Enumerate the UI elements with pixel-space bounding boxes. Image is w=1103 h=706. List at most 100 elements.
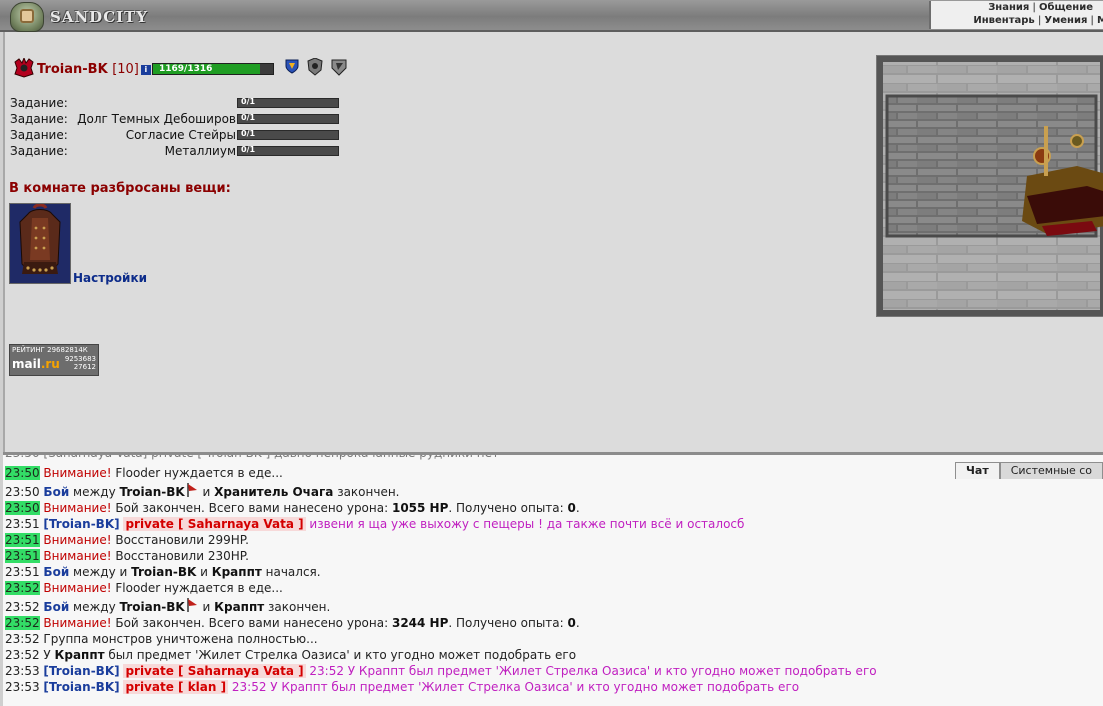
tab-chat[interactable]: Чат bbox=[955, 462, 1000, 479]
chat-text: У bbox=[39, 648, 55, 662]
chat-text: закончен. bbox=[333, 485, 400, 499]
chat-damage: 1055 HP bbox=[391, 501, 449, 515]
chat-xp: 0 bbox=[567, 501, 576, 515]
blade-effect-icon[interactable] bbox=[331, 58, 347, 80]
chat-text: Группа монстров уничтожена полностью... bbox=[39, 632, 318, 646]
quest-row: Задание: 0/1 bbox=[10, 96, 340, 112]
chat-text: закончен. bbox=[264, 600, 331, 614]
top-menu: Знания | Общение Инвентарь | Умения | М bbox=[929, 1, 1103, 29]
quest-progress-bar: 0/1 bbox=[237, 97, 339, 108]
chat-player[interactable]: Troian-BK bbox=[131, 565, 196, 579]
quest-name: Согласие Стейры bbox=[125, 128, 236, 142]
armor-effect-icon[interactable] bbox=[307, 57, 323, 80]
chat-text: между и bbox=[69, 565, 132, 579]
quest-name: Долг Темных Дебоширов bbox=[77, 112, 236, 126]
chat-battle-link[interactable]: Бой bbox=[43, 485, 69, 499]
chat-warning: Внимание! bbox=[43, 549, 112, 563]
room-items-title: В комнате разбросаны вещи: bbox=[9, 181, 231, 196]
quest-label: Задание: bbox=[10, 144, 68, 158]
clan-emblem-icon bbox=[14, 58, 34, 78]
chat-nick[interactable]: [Troian-BK] bbox=[43, 680, 119, 694]
quest-progress-bar: 0/1 bbox=[237, 113, 339, 124]
rating-counter[interactable]: РЕЙТИНГ 29682814К mail.ru 9253683 27612 bbox=[9, 344, 99, 376]
shield-effect-icon[interactable] bbox=[285, 58, 299, 78]
quest-progress-text: 0/1 bbox=[241, 113, 256, 122]
chat-private-tag[interactable]: private [ klan ] bbox=[123, 680, 229, 694]
quest-progress-text: 0/1 bbox=[241, 129, 256, 138]
chat-warning: Внимание! bbox=[43, 616, 112, 630]
quest-label: Задание: bbox=[10, 128, 68, 142]
chat-text: начался. bbox=[261, 565, 321, 579]
chat-player[interactable]: Troian-BK bbox=[120, 485, 185, 499]
menu-inventory[interactable]: Инвентарь bbox=[973, 15, 1034, 26]
location-scene-image[interactable] bbox=[876, 55, 1103, 317]
counter-n1: 9253683 bbox=[64, 355, 96, 363]
chat-text: и bbox=[198, 485, 215, 499]
chat-time: 23:52 bbox=[5, 616, 40, 630]
chat-player[interactable]: Краппт bbox=[55, 648, 105, 662]
quest-progress-bar: 0/1 bbox=[237, 129, 339, 140]
chat-warning: Внимание! bbox=[43, 501, 112, 515]
chat-line: 23:53 [Troian-BK] private [ klan ] 23:52… bbox=[5, 679, 877, 695]
quest-progress-bar: 0/1 bbox=[237, 145, 339, 156]
chat-private-message: 23:52 У Краппт был предмет 'Жилет Стрелк… bbox=[305, 664, 877, 678]
chat-private-tag[interactable]: private [ Saharnaya Vata ] bbox=[123, 517, 306, 531]
chat-line: 23:52 Группа монстров уничтожена полност… bbox=[5, 631, 877, 647]
chat-messages: 23:50 Внимание! Flooder нуждается в еде.… bbox=[5, 465, 877, 695]
flag-icon bbox=[186, 598, 197, 612]
chat-line: 23:51 [Troian-BK] private [ Saharnaya Va… bbox=[5, 516, 877, 532]
menu-communication[interactable]: Общение bbox=[1039, 2, 1093, 13]
chat-line: 23:51 Внимание! Восстановили 299HP. bbox=[5, 532, 877, 548]
flag-icon bbox=[186, 483, 197, 497]
chat-damage: 3244 HP bbox=[391, 616, 449, 630]
chat-xp: 0 bbox=[567, 616, 576, 630]
quest-label: Задание: bbox=[10, 112, 68, 126]
chat-private-message: извени я ща уже выхожу с пещеры ! да так… bbox=[305, 517, 745, 531]
chat-line: 23:52 Внимание! Бой закончен. Всего вами… bbox=[5, 615, 877, 631]
menu-knowledge[interactable]: Знания bbox=[988, 2, 1029, 13]
effects-bar bbox=[285, 57, 350, 80]
chat-player[interactable]: Краппт bbox=[212, 565, 262, 579]
chat-line: 23:50 Внимание! Бой закончен. Всего вами… bbox=[5, 500, 877, 516]
tab-system-messages[interactable]: Системные со bbox=[999, 462, 1103, 479]
menu-more[interactable]: М bbox=[1097, 15, 1103, 26]
chat-text: Бой закончен. Всего вами нанесено урона: bbox=[111, 501, 392, 515]
player-info-icon[interactable]: i bbox=[140, 65, 151, 75]
chat-battle-link[interactable]: Бой bbox=[43, 600, 69, 614]
chat-battle-link[interactable]: Бой bbox=[43, 565, 69, 579]
chat-text: Flooder нуждается в еде... bbox=[111, 466, 283, 480]
settings-link[interactable]: Настройки bbox=[73, 271, 147, 285]
chat-player[interactable]: Хранитель Очага bbox=[214, 485, 333, 499]
main-panel: Troian-BK [10] i 1169/1316 Задание: 0/1 З… bbox=[3, 32, 1103, 452]
chat-player[interactable]: Troian-BK bbox=[120, 600, 185, 614]
chat-truncated-line: 23:50 [Saharnaya Vata] private [ Troian-… bbox=[5, 452, 499, 460]
chat-time: 23:51 bbox=[5, 533, 40, 547]
player-name[interactable]: Troian-BK bbox=[37, 62, 108, 77]
chat-line: 23:52 У Краппт был предмет 'Жилет Стрелк… bbox=[5, 647, 877, 663]
chat-time: 23:52 bbox=[5, 581, 40, 595]
chat-line: 23:53 [Troian-BK] private [ Saharnaya Va… bbox=[5, 663, 877, 679]
chat-text: Flooder нуждается в еде... bbox=[111, 581, 283, 595]
chat-time: 23:51 bbox=[5, 517, 40, 531]
chat-warning: Внимание! bbox=[43, 533, 112, 547]
chat-text: . Получено опыта: bbox=[448, 616, 568, 630]
chat-nick[interactable]: [Troian-BK] bbox=[43, 664, 119, 678]
chat-time: 23:52 bbox=[5, 600, 40, 614]
counter-brand-a: mail bbox=[12, 357, 41, 371]
chat-text: был предмет 'Жилет Стрелка Оазиса' и кто… bbox=[104, 648, 577, 662]
chat-time: 23:52 bbox=[5, 632, 40, 646]
chat-private-tag[interactable]: private [ Saharnaya Vata ] bbox=[123, 664, 306, 678]
chat-text: Восстановили 299HP. bbox=[111, 533, 249, 547]
counter-brand-b: .ru bbox=[40, 357, 60, 371]
room-item-vest[interactable] bbox=[9, 203, 71, 284]
chat-line: 23:52 Внимание! Flooder нуждается в еде.… bbox=[5, 580, 877, 596]
chat-text: . bbox=[575, 501, 580, 515]
menu-skills[interactable]: Умения bbox=[1044, 15, 1087, 26]
chat-text: . Получено опыта: bbox=[448, 501, 568, 515]
quest-name: Металлиум bbox=[164, 144, 236, 158]
chat-panel[interactable]: 23:50 [Saharnaya Vata] private [ Troian-… bbox=[3, 452, 1103, 706]
chat-nick[interactable]: [Troian-BK] bbox=[43, 517, 119, 531]
chat-time: 23:50 bbox=[5, 485, 40, 499]
logo-text: SANDCITY bbox=[50, 8, 149, 26]
chat-player[interactable]: Краппт bbox=[214, 600, 264, 614]
